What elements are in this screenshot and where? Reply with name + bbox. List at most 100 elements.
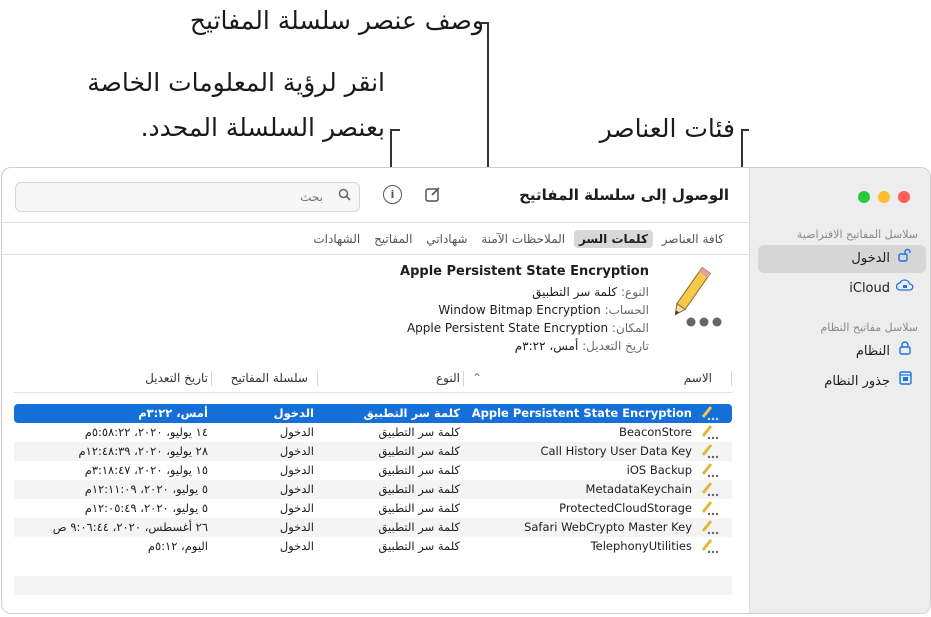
- tab-passwords[interactable]: كلمات السر: [573, 230, 653, 248]
- row-kind: كلمة سر التطبيق: [378, 520, 460, 534]
- row-kind: كلمة سر التطبيق: [363, 406, 460, 420]
- row-keychain: الدخول: [279, 520, 314, 534]
- empty-row: [14, 576, 732, 595]
- tab-certificates[interactable]: الشهادات: [308, 230, 365, 248]
- tabs-divider: [2, 254, 749, 255]
- table-row[interactable]: iOS Backup كلمة سر التطبيق الدخول ١٥ يول…: [14, 461, 732, 480]
- column-header-modified[interactable]: تاريخ التعديل: [145, 371, 208, 385]
- detail-account-label: الحساب:: [604, 303, 649, 317]
- password-item-icon: [661, 264, 725, 330]
- row-keychain: الدخول: [273, 406, 314, 420]
- row-modified: ٥ يوليو، ٢٠٢٠، ١٢:١١:٠٩م: [84, 482, 208, 496]
- row-keychain: الدخول: [279, 482, 314, 496]
- sidebar-item-system[interactable]: النظام: [758, 338, 926, 366]
- detail-modified-line: تاريخ التعديل: أمس، ٣:٢٢م: [400, 337, 649, 355]
- sidebar: سلاسل المفاتيح الافتراضية الدخول iCloud …: [749, 168, 930, 613]
- sidebar-header-system: سلاسل مفاتيح النظام: [820, 321, 918, 334]
- zoom-button[interactable]: [858, 191, 870, 203]
- row-name: Call History User Data Key: [540, 444, 692, 458]
- toolbar-divider: [2, 222, 749, 223]
- row-keychain: الدخول: [279, 501, 314, 515]
- sidebar-item-label: iCloud: [849, 281, 890, 296]
- sidebar-header-default: سلاسل المفاتيح الافتراضية: [796, 228, 918, 241]
- detail-account-value: Window Bitmap Encryption: [438, 303, 601, 317]
- row-kind: كلمة سر التطبيق: [378, 444, 460, 458]
- table-row[interactable]: BeaconStore كلمة سر التطبيق الدخول ١٤ يو…: [14, 423, 732, 442]
- sort-indicator-icon[interactable]: ⌃: [472, 371, 482, 385]
- category-tabs: كافة العناصر كلمات السر الملاحظات الآمنة…: [308, 230, 729, 250]
- row-name: Safari WebCrypto Master Key: [524, 520, 692, 534]
- table-header-divider: [14, 392, 732, 393]
- table-row[interactable]: Call History User Data Key كلمة سر التطب…: [14, 442, 732, 461]
- detail-account-line: الحساب: Window Bitmap Encryption: [400, 301, 649, 319]
- leader-tick-description: [480, 22, 489, 24]
- cabinet-icon: [894, 368, 916, 396]
- column-header-kind[interactable]: النوع: [436, 371, 460, 385]
- row-modified: ١٤ يوليو، ٢٠٢٠، ٥:٥٨:٢٢م: [84, 425, 208, 439]
- cloud-lock-icon: [894, 275, 916, 303]
- tab-all-items[interactable]: كافة العناصر: [657, 230, 729, 248]
- column-separator: [463, 371, 464, 386]
- password-icon: [700, 538, 720, 554]
- sidebar-item-login[interactable]: الدخول: [758, 245, 926, 273]
- table-row[interactable]: Apple Persistent State Encryption كلمة س…: [14, 404, 732, 423]
- column-separator: [731, 371, 732, 386]
- search-field[interactable]: [15, 182, 360, 212]
- row-name: MetadataKeychain: [585, 482, 692, 496]
- password-icon: [700, 481, 720, 497]
- item-detail: Apple Persistent State Encryption النوع:…: [400, 264, 649, 355]
- sidebar-item-icloud[interactable]: iCloud: [758, 275, 926, 303]
- window-title: الوصول إلى سلسلة المفاتيح: [519, 186, 729, 204]
- row-name: BeaconStore: [618, 425, 692, 439]
- search-icon: [338, 188, 351, 205]
- detail-modified-label: تاريخ التعديل:: [582, 339, 649, 353]
- sidebar-item-label: النظام: [855, 344, 890, 359]
- tab-keys[interactable]: المفاتيح: [369, 230, 417, 248]
- row-keychain: الدخول: [279, 463, 314, 477]
- close-button[interactable]: [898, 191, 910, 203]
- search-input[interactable]: [41, 187, 325, 207]
- detail-where-value: Apple Persistent State Encryption: [406, 321, 609, 335]
- password-icon: [700, 405, 720, 421]
- detail-where-label: المكان:: [611, 321, 649, 335]
- table-row[interactable]: ProtectedCloudStorage كلمة سر التطبيق ال…: [14, 499, 732, 518]
- row-name: ProtectedCloudStorage: [559, 501, 692, 515]
- table-header: الاسم ⌃ النوع سلسلة المفاتيح تاريخ التعد…: [14, 368, 732, 390]
- sidebar-item-label: جذور النظام: [824, 374, 890, 389]
- keychain-window: سلاسل المفاتيح الافتراضية الدخول iCloud …: [1, 167, 931, 614]
- row-kind: كلمة سر التطبيق: [378, 482, 460, 496]
- row-modified: ٢٦ أغسطس، ٢٠٢٠، ٩:٠٦:٤٤ ص: [52, 520, 208, 534]
- row-modified: اليوم، ٥:١٢م: [147, 539, 208, 553]
- password-icon: [700, 462, 720, 478]
- item-list: Apple Persistent State Encryption كلمة س…: [14, 404, 732, 556]
- row-modified: ٢٨ يوليو، ٢٠٢٠، ١٢:٤٨:٣٩م: [78, 444, 208, 458]
- main-pane: الوصول إلى سلسلة المفاتيح i كافة العناصر…: [2, 168, 749, 613]
- table-row[interactable]: Safari WebCrypto Master Key كلمة سر التط…: [14, 518, 732, 537]
- detail-kind-line: النوع: كلمة سر التطبيق: [400, 283, 649, 301]
- tab-my-certificates[interactable]: شهاداتي: [421, 230, 472, 248]
- row-name: TelephonyUtilities: [590, 539, 692, 553]
- column-header-name[interactable]: الاسم: [684, 371, 712, 385]
- table-row[interactable]: MetadataKeychain كلمة سر التطبيق الدخول …: [14, 480, 732, 499]
- column-header-keychain[interactable]: سلسلة المفاتيح: [231, 371, 308, 385]
- sidebar-item-label: الدخول: [851, 251, 890, 266]
- info-icon[interactable]: i: [383, 185, 402, 204]
- compose-icon[interactable]: [422, 185, 444, 207]
- table-row[interactable]: TelephonyUtilities كلمة سر التطبيق الدخو…: [14, 537, 732, 556]
- minimize-button[interactable]: [878, 191, 890, 203]
- password-icon: [700, 424, 720, 440]
- lock-icon: [894, 338, 916, 366]
- detail-modified-value: أمس، ٣:٢٢م: [514, 339, 579, 353]
- sidebar-item-system-roots[interactable]: جذور النظام: [758, 368, 926, 396]
- detail-kind-value: كلمة سر التطبيق: [532, 285, 618, 299]
- column-separator: [317, 371, 318, 386]
- detail-kind-label: النوع:: [620, 285, 649, 299]
- callout-info-line1: انقر لرؤية المعلومات الخاصة: [87, 68, 385, 97]
- callout-info-line2: بعنصر السلسلة المحدد.: [140, 113, 385, 142]
- row-name: iOS Backup: [626, 463, 692, 477]
- leader-tick-categories-top: [741, 129, 749, 131]
- tab-secure-notes[interactable]: الملاحظات الآمنة: [476, 230, 570, 248]
- row-keychain: الدخول: [279, 425, 314, 439]
- row-kind: كلمة سر التطبيق: [378, 425, 460, 439]
- column-separator: [211, 371, 212, 386]
